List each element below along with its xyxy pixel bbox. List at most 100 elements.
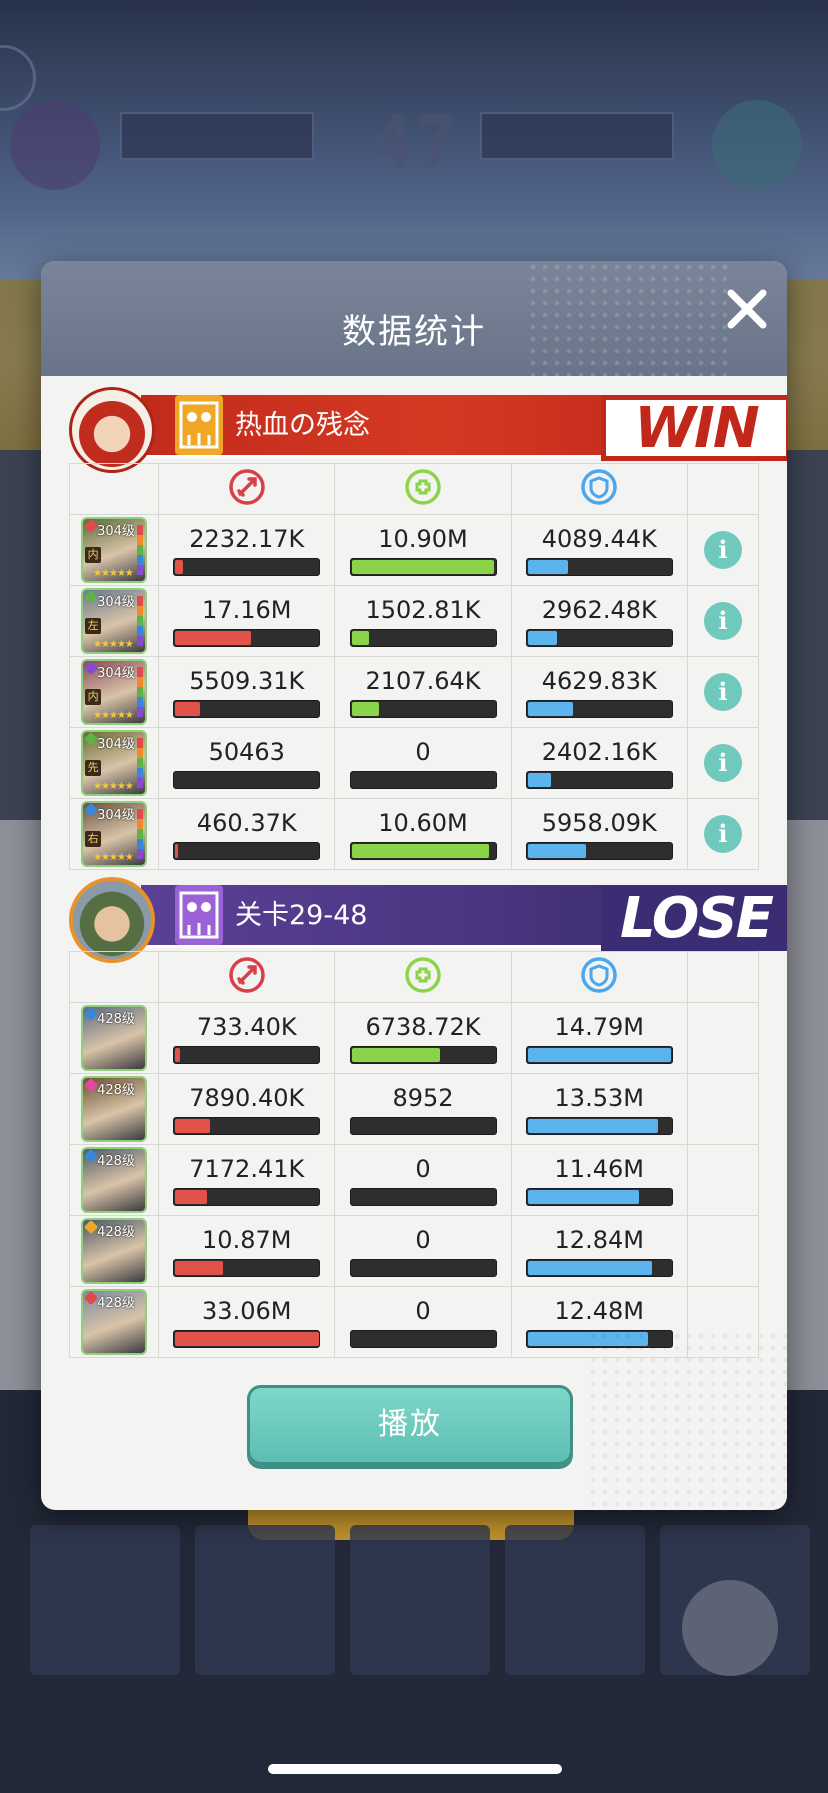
heal-value: 0 — [415, 738, 431, 766]
info-icon[interactable]: i — [703, 673, 742, 711]
hero-portrait[interactable]: 428级 — [81, 1218, 148, 1284]
damage-bar-fill — [175, 702, 200, 716]
result-badge: WIN — [601, 395, 787, 461]
damage-value: 460.37K — [196, 809, 297, 837]
damage-bar-fill — [175, 844, 179, 858]
damage-value: 7890.40K — [189, 1084, 305, 1112]
defense-header — [510, 463, 688, 515]
background-card — [505, 1525, 645, 1675]
damage-cell: 7172.41K — [158, 1144, 336, 1216]
hero-position-tag: 内 — [85, 689, 102, 705]
team-name: 关卡29-48 — [235, 900, 368, 931]
damage-cell: 5509.31K — [158, 656, 336, 728]
defense-value: 2962.48K — [541, 596, 657, 624]
play-button[interactable]: 播放 — [247, 1385, 573, 1465]
background-right-bar — [480, 112, 674, 160]
hero-stars-icon: ★★★★★ — [93, 639, 134, 650]
damage-bar — [173, 771, 321, 789]
team-strip-underline — [141, 455, 631, 458]
data-stats-dialog: 数据统计 热血の残念 WIN 304级 内 ★★★★★ 2232.17K 10.… — [41, 261, 787, 1510]
hero-level: 428级 — [97, 1225, 135, 1240]
heal-bar-fill — [351, 560, 494, 574]
hero-portrait[interactable]: 304级左 ★★★★★ — [81, 588, 148, 654]
info-icon[interactable]: i — [703, 602, 742, 640]
hero-level: 428级 — [97, 1296, 135, 1311]
hero-portrait[interactable]: 428级 — [81, 1289, 148, 1355]
defense-cell: 2962.48K — [510, 585, 688, 657]
hero-portrait[interactable]: 428级 — [81, 1076, 148, 1142]
close-button[interactable] — [719, 281, 775, 337]
hero-level: 304级 — [97, 666, 135, 681]
defense-value: 12.48M — [554, 1297, 644, 1325]
result-badge: LOSE — [601, 885, 787, 951]
info-cell: i — [686, 798, 760, 870]
heal-bar-fill — [351, 844, 490, 858]
heal-cell: 2107.64K — [334, 656, 512, 728]
defense-bar — [525, 842, 673, 860]
home-indicator — [268, 1764, 562, 1774]
damage-cell: 733.40K — [158, 1002, 336, 1074]
team-stats-table: 304级内 ★★★★★ 2232.17K 10.90M 4089.44K i 304级左 ★★… — [68, 463, 760, 870]
info-cell — [686, 1144, 760, 1216]
hero-position-tag: 先 — [85, 760, 102, 776]
damage-bar — [173, 1046, 321, 1064]
damage-value: 50463 — [208, 738, 285, 766]
hero-stars-icon: ★★★★★ — [93, 852, 134, 863]
damage-bar — [173, 1188, 321, 1206]
hero-portrait[interactable]: 304级内 ★★★★★ — [81, 517, 148, 583]
damage-bar — [173, 700, 321, 718]
defense-cell: 4089.44K — [510, 514, 688, 586]
defense-bar-fill — [527, 773, 551, 787]
element-gem-icon — [83, 803, 99, 818]
info-cell: i — [686, 585, 760, 657]
hero-level: 304级 — [97, 737, 135, 752]
hero-portrait[interactable]: 428级 — [81, 1005, 148, 1071]
header-empty-cell — [686, 951, 760, 1003]
defense-cell: 12.84M — [510, 1215, 688, 1287]
info-icon[interactable]: i — [703, 815, 742, 853]
hero-portrait[interactable]: 304级先 ★★★★★ — [81, 730, 148, 796]
defense-bar — [525, 700, 673, 718]
heal-cell: 0 — [334, 1286, 512, 1358]
hero-portrait[interactable]: 304级内 ★★★★★ — [81, 659, 148, 725]
stats-header-row — [68, 951, 760, 1003]
hero-stat-row: 428级 7890.40K 8952 13.53M — [68, 1073, 760, 1145]
damage-bar-fill — [175, 1261, 224, 1275]
heal-value: 0 — [415, 1155, 431, 1183]
hero-cell: 428级 — [68, 1215, 160, 1287]
damage-bar — [173, 558, 321, 576]
hero-cell: 304级内 ★★★★★ — [68, 656, 160, 728]
heal-bar — [349, 1330, 497, 1348]
hero-portrait[interactable]: 428级 — [81, 1147, 148, 1213]
heal-cell: 0 — [334, 1215, 512, 1287]
defense-bar — [525, 771, 673, 789]
defense-value: 14.79M — [554, 1013, 644, 1041]
heal-value: 10.90M — [378, 525, 468, 553]
info-icon[interactable]: i — [703, 531, 742, 569]
hero-portrait[interactable]: 304级右 ★★★★★ — [81, 801, 148, 867]
element-gem-icon — [83, 519, 99, 534]
heal-bar — [349, 558, 497, 576]
hero-position-tag: 右 — [85, 831, 102, 847]
heal-cell: 1502.81K — [334, 585, 512, 657]
heal-bar — [349, 700, 497, 718]
element-gem-icon — [83, 1078, 99, 1093]
heal-bar — [349, 771, 497, 789]
damage-cell: 460.37K — [158, 798, 336, 870]
damage-value: 2232.17K — [189, 525, 305, 553]
corner-dot-pattern — [587, 1330, 787, 1510]
info-icon[interactable]: i — [703, 744, 742, 782]
defense-bar — [525, 1188, 673, 1206]
defense-bar — [525, 1259, 673, 1277]
close-icon — [727, 289, 767, 329]
damage-cell: 17.16M — [158, 585, 336, 657]
hero-cell: 428级 — [68, 1002, 160, 1074]
team-strip-underline — [141, 945, 631, 948]
player-avatar[interactable] — [69, 387, 155, 473]
defense-value: 2402.16K — [541, 738, 657, 766]
hero-cell: 304级先 ★★★★★ — [68, 727, 160, 799]
team-banner-win: 热血の残念 WIN — [69, 387, 787, 473]
heal-bar — [349, 1259, 497, 1277]
hero-rank-bars — [137, 738, 144, 788]
dialog-title: 数据统计 — [342, 312, 486, 352]
